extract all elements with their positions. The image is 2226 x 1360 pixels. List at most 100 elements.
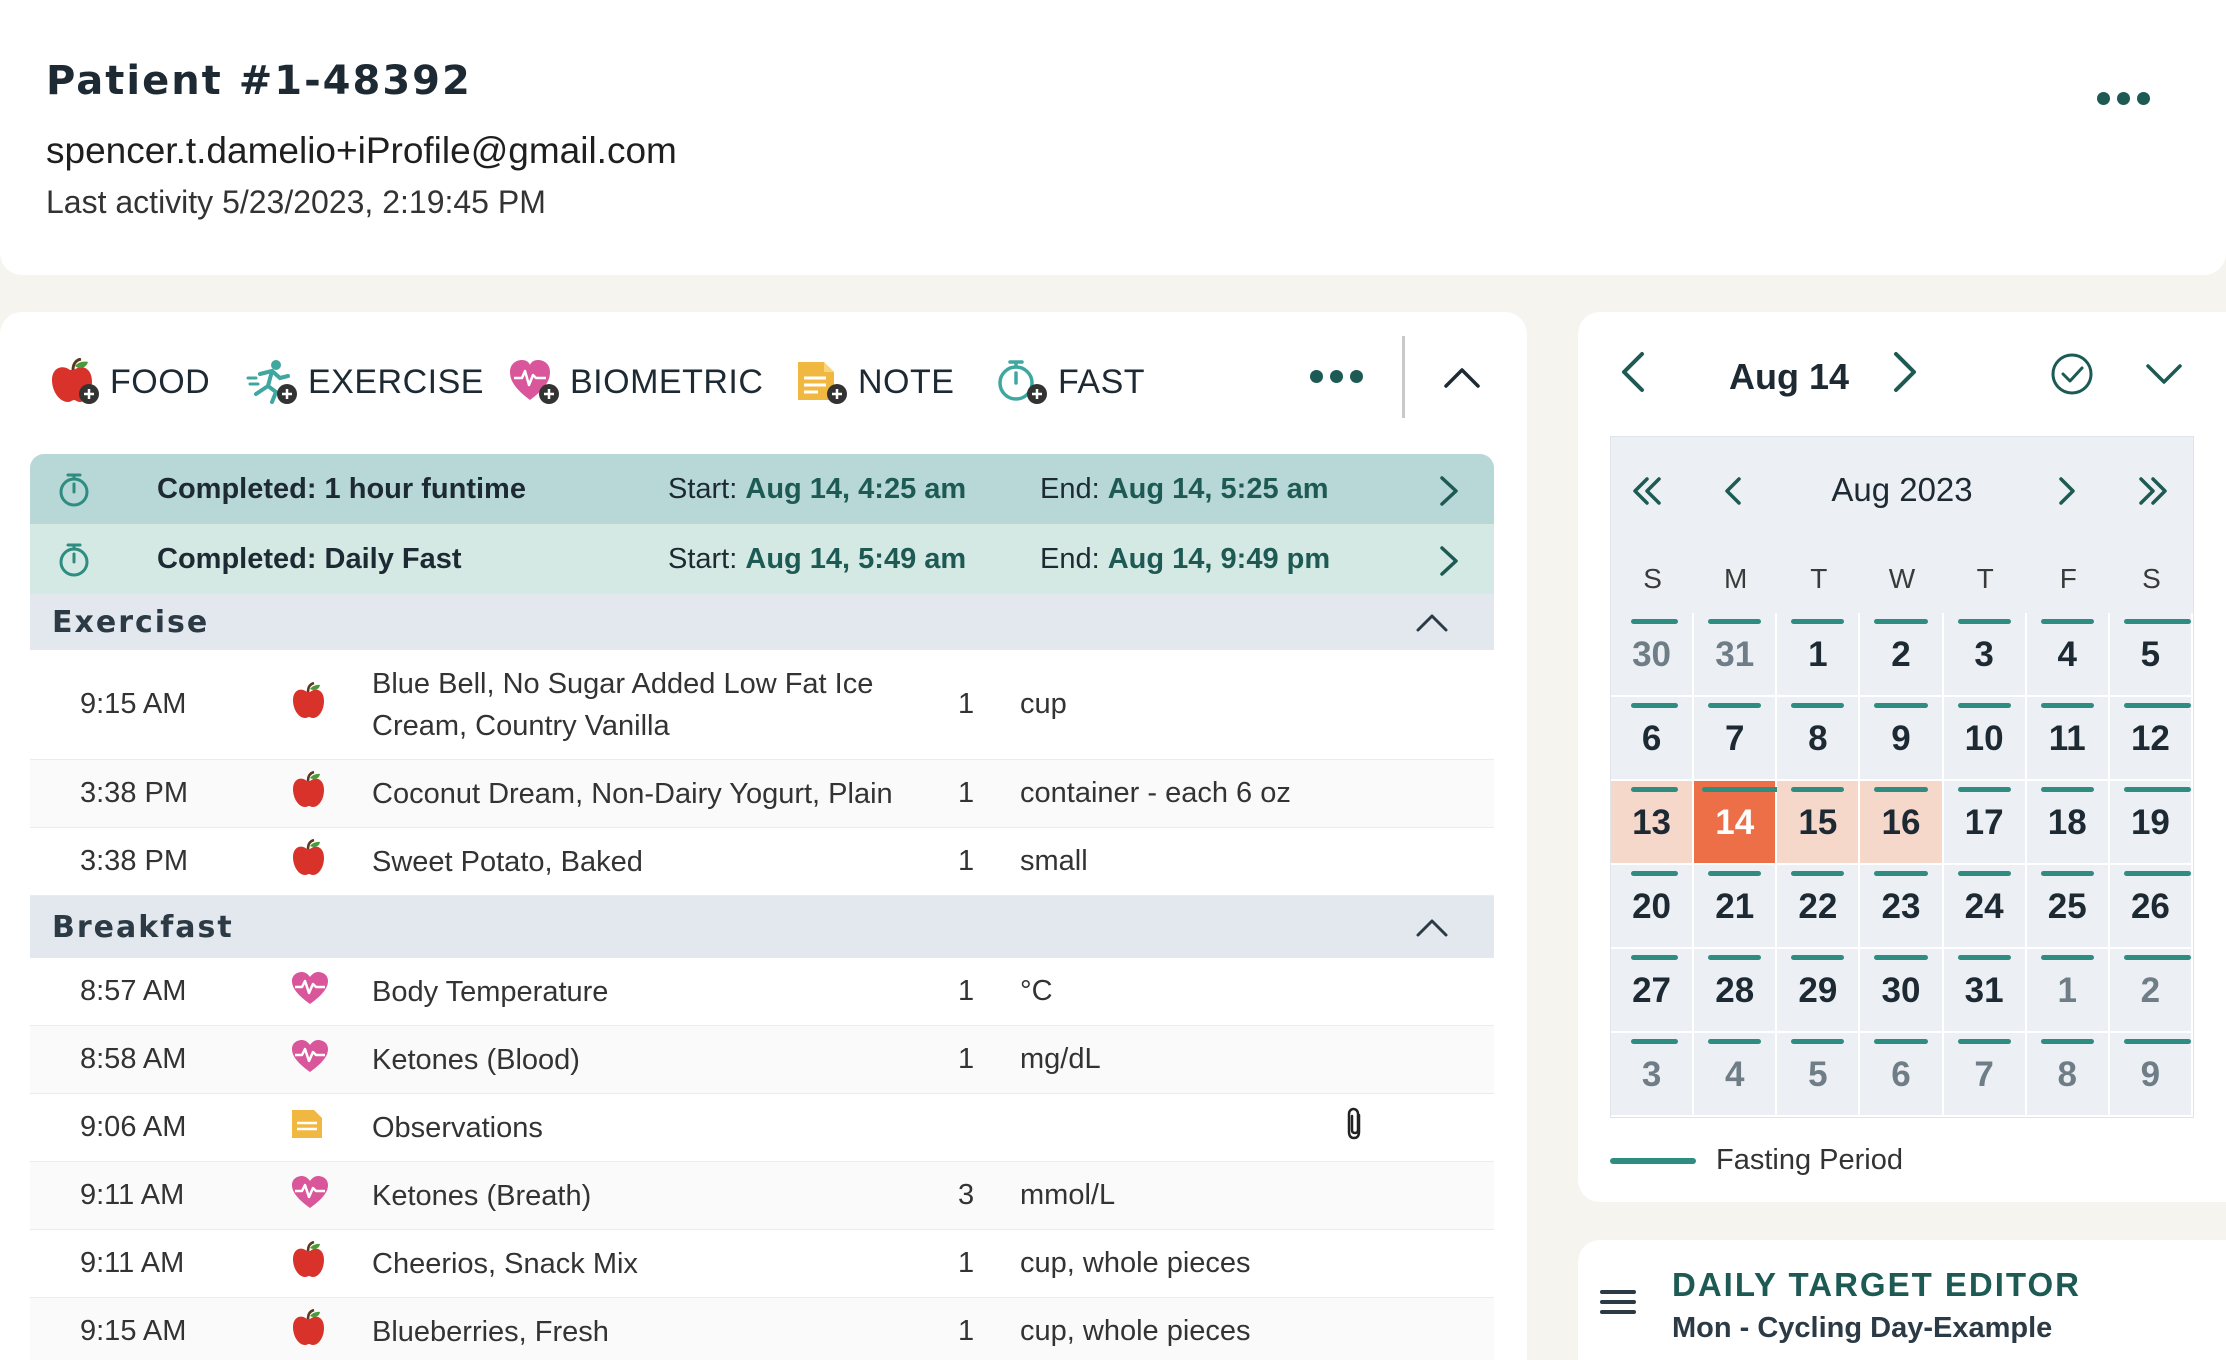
more-options-button[interactable] <box>2091 86 2156 111</box>
calendar-day[interactable]: 20 <box>1611 865 1695 949</box>
entry-name: Body Temperature <box>372 975 609 1008</box>
calendar-day[interactable]: 19 <box>2109 781 2193 865</box>
calendar-day[interactable]: 8 <box>1777 697 1861 781</box>
fast-start-value: Aug 14, 4:25 am <box>745 472 967 505</box>
calendar-day[interactable]: 17 <box>1943 781 2027 865</box>
entry-quantity: 1 <box>958 1315 975 1347</box>
calendar-day[interactable]: 31 <box>1943 949 2027 1033</box>
list-item[interactable]: 9:06 AM Observations <box>30 1094 1494 1162</box>
chevron-up-icon[interactable] <box>1414 608 1450 636</box>
entry-unit: cup, whole pieces <box>1020 1315 1251 1347</box>
add-biometric-button[interactable]: BIOMETRIC <box>508 354 763 410</box>
daily-target-card[interactable]: DAILY TARGET EDITOR Mon - Cycling Day-Ex… <box>1578 1240 2226 1360</box>
calendar-day[interactable]: 8 <box>2026 1033 2110 1117</box>
calendar-day[interactable]: 7 <box>1943 1033 2027 1117</box>
calendar-day[interactable]: 3 <box>1611 1033 1695 1117</box>
list-item[interactable]: 9:15 AM Blueberries, Fresh 1 cup, whole pie… <box>30 1298 1494 1360</box>
next-day-button[interactable] <box>1886 350 1922 394</box>
calendar-day[interactable]: 16 <box>1860 781 1944 865</box>
check-circle-icon[interactable] <box>2050 352 2094 396</box>
hamburger-menu-icon[interactable] <box>1598 1286 1638 1318</box>
list-item[interactable]: 3:38 PM Coconut Dream, Non-Dairy Yogurt, … <box>30 760 1494 828</box>
chevron-right-icon[interactable] <box>1434 474 1464 508</box>
calendar-day[interactable]: 5 <box>2109 613 2193 697</box>
weekday-label: F <box>2059 563 2077 594</box>
calendar-day[interactable]: 10 <box>1943 697 2027 781</box>
calendar-day[interactable]: 27 <box>1611 949 1695 1033</box>
previous-year-button[interactable] <box>1627 471 1667 511</box>
chevron-down-icon[interactable] <box>2144 360 2184 388</box>
calendar-day[interactable]: 9 <box>2109 1033 2193 1117</box>
section-header-breakfast: Breakfast <box>30 896 1494 958</box>
calendar-day[interactable]: 24 <box>1943 865 2027 949</box>
paperclip-icon[interactable] <box>1342 1106 1368 1150</box>
calendar-day[interactable]: 6 <box>1860 1033 1944 1117</box>
fast-end: End: Aug 14, 5:25 am <box>1040 473 1329 506</box>
calendar-day[interactable]: 22 <box>1777 865 1861 949</box>
fast-start: Start: Aug 14, 5:49 am <box>668 543 966 576</box>
patient-title: Patient #1-48392 <box>46 58 472 104</box>
list-item[interactable]: 9:11 AM Ketones (Breath) 3 mmol/L <box>30 1162 1494 1230</box>
toolbar-more-button[interactable] <box>1310 370 1363 383</box>
list-item[interactable]: 9:15 AM Blue Bell, No Sugar Added Low Fat… <box>30 650 1494 760</box>
calendar-day[interactable]: 23 <box>1860 865 1944 949</box>
calendar-day[interactable]: 11 <box>2026 697 2110 781</box>
fasting-period-bar <box>1631 703 1679 708</box>
list-item[interactable]: 3:38 PM Sweet Potato, Baked 1 small <box>30 828 1494 896</box>
next-month-button[interactable] <box>2051 471 2081 511</box>
calendar-day[interactable]: 25 <box>2026 865 2110 949</box>
calendar-day[interactable]: 29 <box>1777 949 1861 1033</box>
calendar-day[interactable]: 15 <box>1777 781 1861 865</box>
add-food-button[interactable]: FOOD <box>48 354 210 410</box>
collapse-toolbar-button[interactable] <box>1442 362 1482 397</box>
chevron-up-icon[interactable] <box>1414 913 1450 941</box>
list-item[interactable]: 8:58 AM Ketones (Blood) 1 mg/dL <box>30 1026 1494 1094</box>
add-exercise-button[interactable]: EXERCISE <box>246 354 484 410</box>
fasting-period-bar <box>1791 619 1845 624</box>
calendar-day[interactable]: 21 <box>1694 865 1778 949</box>
calendar-day[interactable]: 31 <box>1694 613 1778 697</box>
calendar-day[interactable]: 30 <box>1860 949 1944 1033</box>
previous-month-button[interactable] <box>1719 471 1749 511</box>
calendar-day[interactable]: 1 <box>1777 613 1861 697</box>
date-navigator: Aug 14 <box>1578 312 2226 432</box>
calendar-day[interactable]: 2 <box>2109 949 2193 1033</box>
chevron-up-icon <box>1444 368 1480 388</box>
calendar-day[interactable]: 14 <box>1694 781 1806 865</box>
add-fast-button[interactable]: FAST <box>996 354 1145 410</box>
calendar-day[interactable]: 4 <box>2026 613 2110 697</box>
calendar-day[interactable]: 7 <box>1694 697 1778 781</box>
calendar-day[interactable]: 12 <box>2109 697 2193 781</box>
calendar-day[interactable]: 26 <box>2109 865 2193 949</box>
calendar-day[interactable]: 2 <box>1860 613 1944 697</box>
calendar-day[interactable]: 30 <box>1611 613 1695 697</box>
calendar-day[interactable]: 3 <box>1943 613 2027 697</box>
add-note-button[interactable]: NOTE <box>796 354 954 410</box>
calendar-day[interactable]: 4 <box>1694 1033 1778 1117</box>
calendar-day[interactable]: 6 <box>1611 697 1695 781</box>
calendar-day[interactable]: 1 <box>2026 949 2110 1033</box>
list-item[interactable]: 9:11 AM Cheerios, Snack Mix 1 cup, whole pi… <box>30 1230 1494 1298</box>
calendar-week: 27 28 29 30 31 1 2 <box>1611 949 2193 1033</box>
calendar-day[interactable]: 13 <box>1611 781 1695 865</box>
day-number: 11 <box>2048 719 2086 758</box>
list-item[interactable]: 8:57 AM Body Temperature 1 °C <box>30 958 1494 1026</box>
fasting-period-bar <box>1791 955 1845 960</box>
calendar-day[interactable]: 9 <box>1860 697 1944 781</box>
fasting-period-bar <box>1957 703 2011 708</box>
next-year-button[interactable] <box>2133 471 2173 511</box>
day-number: 18 <box>2047 803 2087 842</box>
patient-header: Patient #1-48392 spencer.t.damelio+iProf… <box>0 0 2226 275</box>
entry-time: 9:06 AM <box>80 1111 187 1143</box>
fast-row[interactable]: Completed: Daily Fast Start: Aug 14, 5:4… <box>30 524 1494 594</box>
chevron-right-icon[interactable] <box>1434 544 1464 578</box>
fasting-period-bar <box>2040 703 2094 708</box>
calendar-day[interactable]: 18 <box>2026 781 2110 865</box>
fast-row[interactable]: Completed: 1 hour funtime Start: Aug 14,… <box>30 454 1494 524</box>
last-activity: Last activity 5/23/2023, 2:19:45 PM <box>46 184 546 220</box>
add-fast-icon <box>998 360 1047 404</box>
previous-day-button[interactable] <box>1616 350 1652 394</box>
fasting-period-bar <box>1791 787 1845 792</box>
calendar-day[interactable]: 5 <box>1777 1033 1861 1117</box>
calendar-day[interactable]: 28 <box>1694 949 1778 1033</box>
